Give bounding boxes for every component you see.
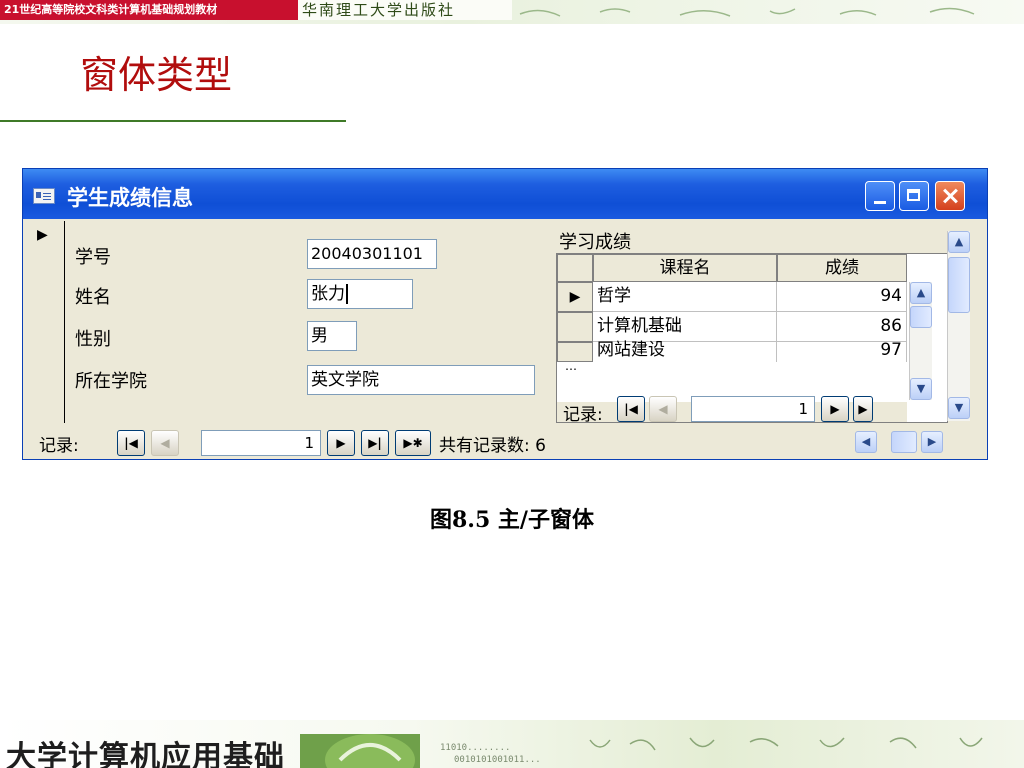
cell-course[interactable]: 计算机基础 — [593, 312, 777, 342]
footer-banner: 大学计算机应用基础 11010........ 0010101001011... — [0, 720, 1024, 768]
main-record-navigation: 记录: |◀ ◀ 1 ▶ ▶| ▶✱ 共有记录数: 6 — [39, 429, 739, 457]
form-icon[interactable] — [33, 188, 55, 204]
scroll-down-icon[interactable]: ▼ — [910, 378, 932, 400]
publisher-label: 华南理工大学出版社 — [298, 0, 512, 20]
series-label: 21世纪高等院校文科类计算机基础规划教材 — [0, 0, 300, 20]
footer-title: 大学计算机应用基础 — [6, 740, 285, 768]
last-record-icon[interactable]: ▶| — [361, 430, 389, 456]
grid-corner — [557, 254, 593, 282]
record-selector-divider — [64, 221, 65, 423]
footer-decoration: 11010........ 0010101001011... — [300, 734, 983, 768]
record-selector-icon[interactable]: ▶ — [37, 227, 48, 243]
next-record-icon[interactable]: ▶ — [821, 396, 849, 422]
name-value: 张力 — [311, 284, 345, 304]
college-field[interactable]: 英文学院 — [307, 365, 535, 395]
subform: 课程名 成绩 ▶ 哲学 94 计算机基础 86 网站建设 97 … ▲ ▼ 记录… — [556, 253, 948, 425]
cell-score[interactable]: 94 — [777, 282, 907, 312]
field-label-college: 所在学院 — [75, 371, 147, 392]
new-row-marker: … — [565, 359, 577, 373]
prev-record-icon[interactable]: ◀ — [151, 430, 179, 456]
main-record-number[interactable]: 1 — [201, 430, 321, 456]
subform-caption: 学习成绩 — [559, 232, 631, 253]
next-record-icon[interactable]: ▶ — [327, 430, 355, 456]
window-title: 学生成绩信息 — [67, 186, 193, 210]
scroll-up-icon[interactable]: ▲ — [910, 282, 932, 304]
subform-record-number[interactable]: 1 — [691, 396, 815, 422]
title-divider — [0, 120, 346, 122]
binary-text-2: 0010101001011... — [454, 755, 541, 765]
scroll-thumb[interactable] — [948, 257, 970, 313]
maximize-button[interactable] — [899, 181, 929, 211]
cell-course[interactable]: 哲学 — [593, 282, 777, 312]
title-bar[interactable]: 学生成绩信息 — [23, 169, 987, 219]
subform-vertical-scrollbar[interactable]: ▲ ▼ — [947, 231, 970, 421]
prev-record-icon[interactable]: ◀ — [649, 396, 677, 422]
name-field[interactable]: 张力 — [307, 279, 413, 309]
figure-caption: 图8.5 主/子窗体 — [430, 507, 594, 533]
row-selector[interactable] — [557, 312, 593, 342]
scroll-up-icon[interactable]: ▲ — [948, 231, 970, 253]
cell-course[interactable]: 网站建设 — [593, 342, 777, 362]
row-selector[interactable]: ▶ — [557, 282, 593, 312]
column-header-course[interactable]: 课程名 — [593, 254, 777, 282]
column-header-score[interactable]: 成绩 — [777, 254, 907, 282]
page-title: 窗体类型 — [80, 53, 233, 97]
student-id-field[interactable]: 20040301101 — [307, 239, 437, 269]
field-label-student-id: 学号 — [75, 247, 111, 268]
horizontal-scrollbar[interactable]: ◀ ▶ — [855, 431, 953, 453]
scroll-right-icon[interactable]: ▶ — [921, 431, 943, 453]
scroll-left-icon[interactable]: ◀ — [855, 431, 877, 453]
form-window: 学生成绩信息 ▶ 学号 20040301101 姓名 张力 性别 男 所在学院 … — [22, 168, 988, 460]
subform-nav-label: 记录: — [563, 405, 603, 425]
record-count-label: 共有记录数: 6 — [439, 436, 546, 456]
top-banner: 21世纪高等院校文科类计算机基础规划教材 华南理工大学出版社 — [0, 0, 1024, 24]
scroll-thumb[interactable] — [891, 431, 917, 453]
text-cursor — [346, 284, 348, 304]
cell-score[interactable]: 97 — [777, 342, 907, 362]
main-nav-label: 记录: — [39, 436, 79, 456]
main-form: ▶ 学号 20040301101 姓名 张力 性别 男 所在学院 英文学院 学习… — [23, 219, 987, 427]
subform-navigation: 记录: |◀ ◀ 1 ▶ ▶ — [557, 396, 907, 425]
gender-field[interactable]: 男 — [307, 321, 357, 351]
minimize-button[interactable] — [865, 181, 895, 211]
scroll-thumb[interactable] — [910, 306, 932, 328]
field-label-gender: 性别 — [75, 329, 111, 350]
last-record-icon[interactable]: ▶ — [853, 396, 873, 422]
close-button[interactable] — [935, 181, 965, 211]
first-record-icon[interactable]: |◀ — [617, 396, 645, 422]
first-record-icon[interactable]: |◀ — [117, 430, 145, 456]
cell-score[interactable]: 86 — [777, 312, 907, 342]
binary-text-1: 11010........ — [440, 743, 510, 753]
scroll-down-icon[interactable]: ▼ — [948, 397, 970, 419]
grid-vertical-scrollbar[interactable]: ▲ ▼ — [909, 282, 932, 400]
banner-decoration — [519, 7, 975, 17]
new-record-icon[interactable]: ▶✱ — [395, 430, 431, 456]
field-label-name: 姓名 — [75, 287, 111, 308]
